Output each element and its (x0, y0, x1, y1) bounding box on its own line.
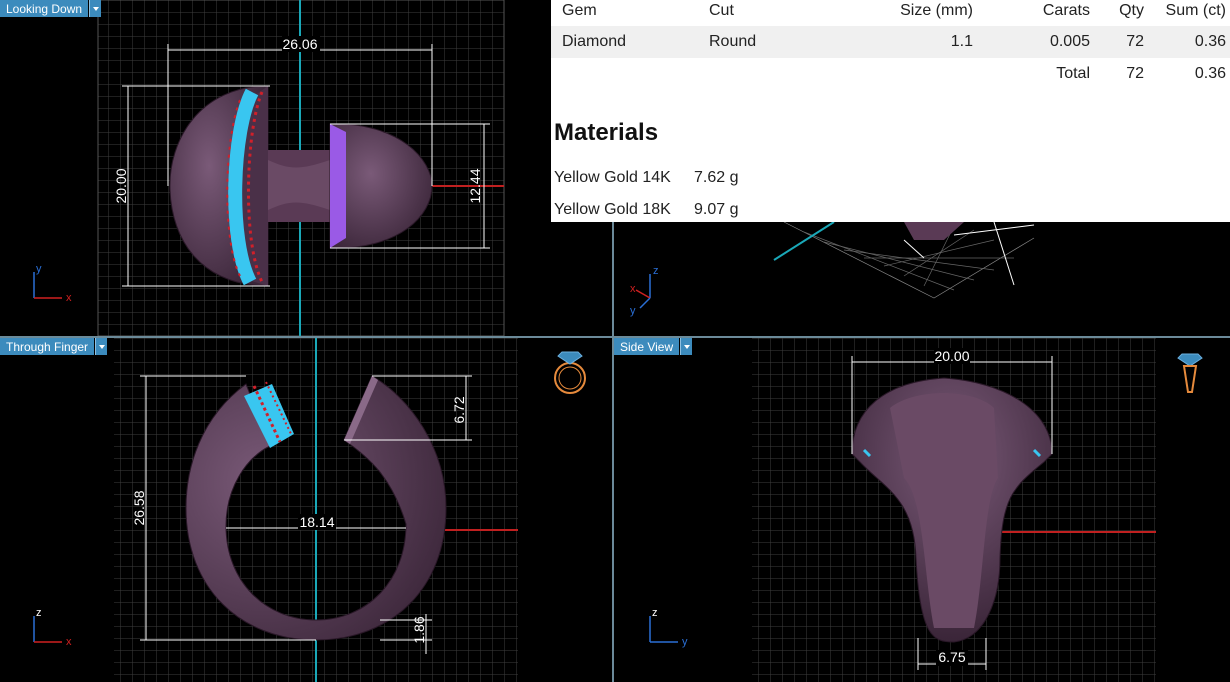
materials-title: Materials (554, 119, 659, 146)
cell-size: 1.1 (950, 33, 973, 50)
dim-top-height: 20.00 (113, 168, 129, 203)
table-row: Diamond Round 1.1 0.005 72 0.36 (551, 26, 1230, 58)
dim-finger-inner: 18.14 (299, 514, 334, 530)
total-qty: 72 (1126, 65, 1144, 82)
viewport-canvas-side[interactable]: 20.00 6.75 z y (614, 338, 1230, 682)
viewport-title: Looking Down (0, 0, 89, 17)
viewport-label-looking-down[interactable]: Looking Down (0, 0, 102, 17)
header-gem: Gem (562, 2, 597, 19)
header-size: Size (mm) (900, 2, 973, 19)
dim-top-width: 26.06 (282, 36, 317, 52)
ring-view-icon[interactable] (554, 351, 586, 394)
header-sum: Sum (ct) (1165, 2, 1226, 19)
axis-z-label: z (653, 265, 659, 277)
axis-z-label: z (652, 607, 658, 619)
header-cut: Cut (709, 2, 734, 19)
cell-sum: 0.36 (1194, 33, 1226, 50)
cell-gem: Diamond (562, 33, 627, 50)
axis-x-label: x (66, 292, 72, 304)
material-name: Yellow Gold 14K (554, 169, 671, 186)
axis-z-label: z (36, 607, 42, 619)
header-qty: Qty (1119, 2, 1144, 19)
cell-cut: Round (709, 33, 757, 50)
viewport-title: Through Finger (0, 338, 95, 355)
dim-finger-gap: 6.72 (451, 396, 467, 423)
axis-y-label: y (36, 263, 42, 275)
total-sum: 0.36 (1194, 65, 1226, 82)
axis-gizmo-top-left: y x (33, 263, 72, 304)
dim-top-right-height: 12.44 (467, 168, 483, 203)
total-label: Total (1056, 65, 1090, 82)
viewport-looking-down[interactable]: 26.06 20.00 12.44 y x Looking Down (0, 0, 612, 336)
viewport-canvas-finger[interactable]: 18.14 26.58 6.72 1.86 z x (0, 338, 612, 682)
viewport-label-side-view[interactable]: Side View (614, 338, 693, 355)
viewport-dropdown-icon[interactable] (95, 338, 108, 355)
dim-side-top: 20.00 (934, 348, 969, 364)
material-weight: 7.62 g (694, 169, 739, 186)
axis-x-label: x (630, 283, 636, 295)
viewport-side-view[interactable]: 20.00 6.75 z y Side View (614, 338, 1230, 682)
viewport-title: Side View (614, 338, 680, 355)
header-carats: Carats (1042, 2, 1090, 19)
cell-carats: 0.005 (1049, 33, 1090, 50)
axis-gizmo-side: z y (649, 607, 688, 648)
report-panel: Gem Cut Size (mm) Carats Qty Sum (ct) Di… (551, 0, 1230, 222)
viewport-canvas-top[interactable]: 26.06 20.00 12.44 y x (0, 0, 612, 336)
dim-finger-bottom: 1.86 (411, 616, 427, 643)
axis-x-label: x (66, 636, 72, 648)
axis-gizmo-perspective: z x y (630, 265, 659, 317)
viewport-through-finger[interactable]: 18.14 26.58 6.72 1.86 z x Through Finger (0, 338, 612, 682)
axis-y-label: y (682, 636, 688, 648)
axis-y-label: y (630, 305, 636, 317)
cell-qty: 72 (1126, 33, 1144, 50)
viewport-dropdown-icon[interactable] (89, 0, 102, 17)
viewport-label-through-finger[interactable]: Through Finger (0, 338, 108, 355)
dim-finger-height: 26.58 (131, 490, 147, 525)
axis-gizmo-finger: z x (33, 607, 72, 648)
material-name: Yellow Gold 18K (554, 201, 671, 218)
dim-side-bottom: 6.75 (938, 649, 965, 665)
viewport-dropdown-icon[interactable] (680, 338, 693, 355)
total-row: Total 72 0.36 (551, 58, 1230, 90)
material-weight: 9.07 g (694, 201, 739, 218)
side-view-icon[interactable] (1177, 353, 1203, 393)
